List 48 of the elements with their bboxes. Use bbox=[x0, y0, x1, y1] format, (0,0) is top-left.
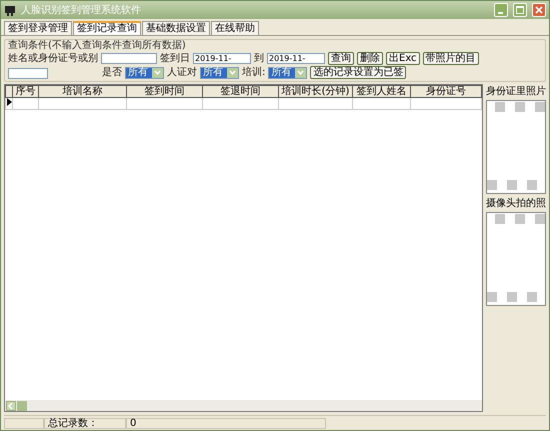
close-button[interactable] bbox=[532, 3, 546, 17]
column-header[interactable]: 身份证号 bbox=[410, 86, 482, 98]
status-value: 0 bbox=[126, 418, 326, 428]
column-header[interactable]: 签到时间 bbox=[126, 86, 202, 98]
photo-title: 摄像头拍的照 bbox=[486, 198, 546, 210]
input-field[interactable] bbox=[8, 68, 48, 78]
column-header[interactable]: 培训名称 bbox=[38, 86, 126, 98]
field-label: 姓名或身份证号或别 bbox=[8, 52, 98, 64]
tab[interactable]: 签到登录管理 bbox=[4, 21, 72, 35]
field-label: 到 bbox=[254, 52, 264, 64]
column-header[interactable]: 签到人姓名 bbox=[352, 86, 410, 98]
minimize-button[interactable] bbox=[494, 3, 508, 17]
column-header[interactable]: 培训时长(分钟) bbox=[278, 86, 352, 98]
toolbar-button[interactable]: 带照片的目 bbox=[422, 52, 479, 65]
field-label: 签到日 bbox=[160, 52, 190, 64]
filter-label: 人证对 bbox=[167, 66, 197, 78]
scroll-thumb[interactable] bbox=[17, 400, 27, 410]
toolbar-button[interactable]: 删除 bbox=[357, 52, 383, 65]
dropdown[interactable]: 所有 bbox=[200, 66, 239, 78]
dropdown-arrow-icon bbox=[152, 68, 163, 78]
photo-title: 身份证里照片 bbox=[486, 86, 546, 98]
name-field[interactable] bbox=[101, 53, 157, 64]
dropdown[interactable]: 所有 bbox=[125, 66, 164, 78]
toolbar-button[interactable]: 出Exc bbox=[386, 52, 420, 65]
tab[interactable]: 在线帮助 bbox=[211, 21, 259, 35]
dropdown-arrow-icon bbox=[295, 68, 306, 78]
filter-label: 是否 bbox=[102, 66, 122, 78]
window-title: 人脸识别签到管理系统软件 bbox=[21, 4, 142, 17]
mark-button[interactable]: 选的记录设置为已签 bbox=[310, 66, 406, 79]
column-header[interactable]: 序号 bbox=[12, 86, 38, 98]
dropdown[interactable]: 所有 bbox=[268, 66, 308, 78]
status-label: 总记录数： bbox=[44, 418, 126, 428]
column-header[interactable]: 签退时间 bbox=[202, 86, 278, 98]
status-panel bbox=[4, 418, 44, 428]
group-legend: 查询条件(不输入查询条件查询所有数据) bbox=[8, 40, 542, 51]
close-icon bbox=[535, 6, 543, 14]
app-icon bbox=[4, 4, 16, 16]
filter-label: 培训: bbox=[242, 66, 266, 78]
dropdown-arrow-icon bbox=[227, 68, 238, 78]
tab[interactable]: 基础数据设置 bbox=[142, 21, 210, 35]
horizontal-scrollbar[interactable] bbox=[5, 400, 482, 411]
date-field[interactable]: 2019-11- bbox=[193, 53, 251, 64]
tab[interactable]: 签到记录查询 bbox=[73, 21, 141, 35]
maximize-icon bbox=[516, 6, 524, 14]
toolbar-button[interactable]: 查询 bbox=[328, 52, 354, 65]
date-field[interactable]: 2019-11- bbox=[267, 53, 325, 64]
maximize-button[interactable] bbox=[513, 3, 527, 17]
scroll-left-button[interactable] bbox=[6, 400, 16, 410]
